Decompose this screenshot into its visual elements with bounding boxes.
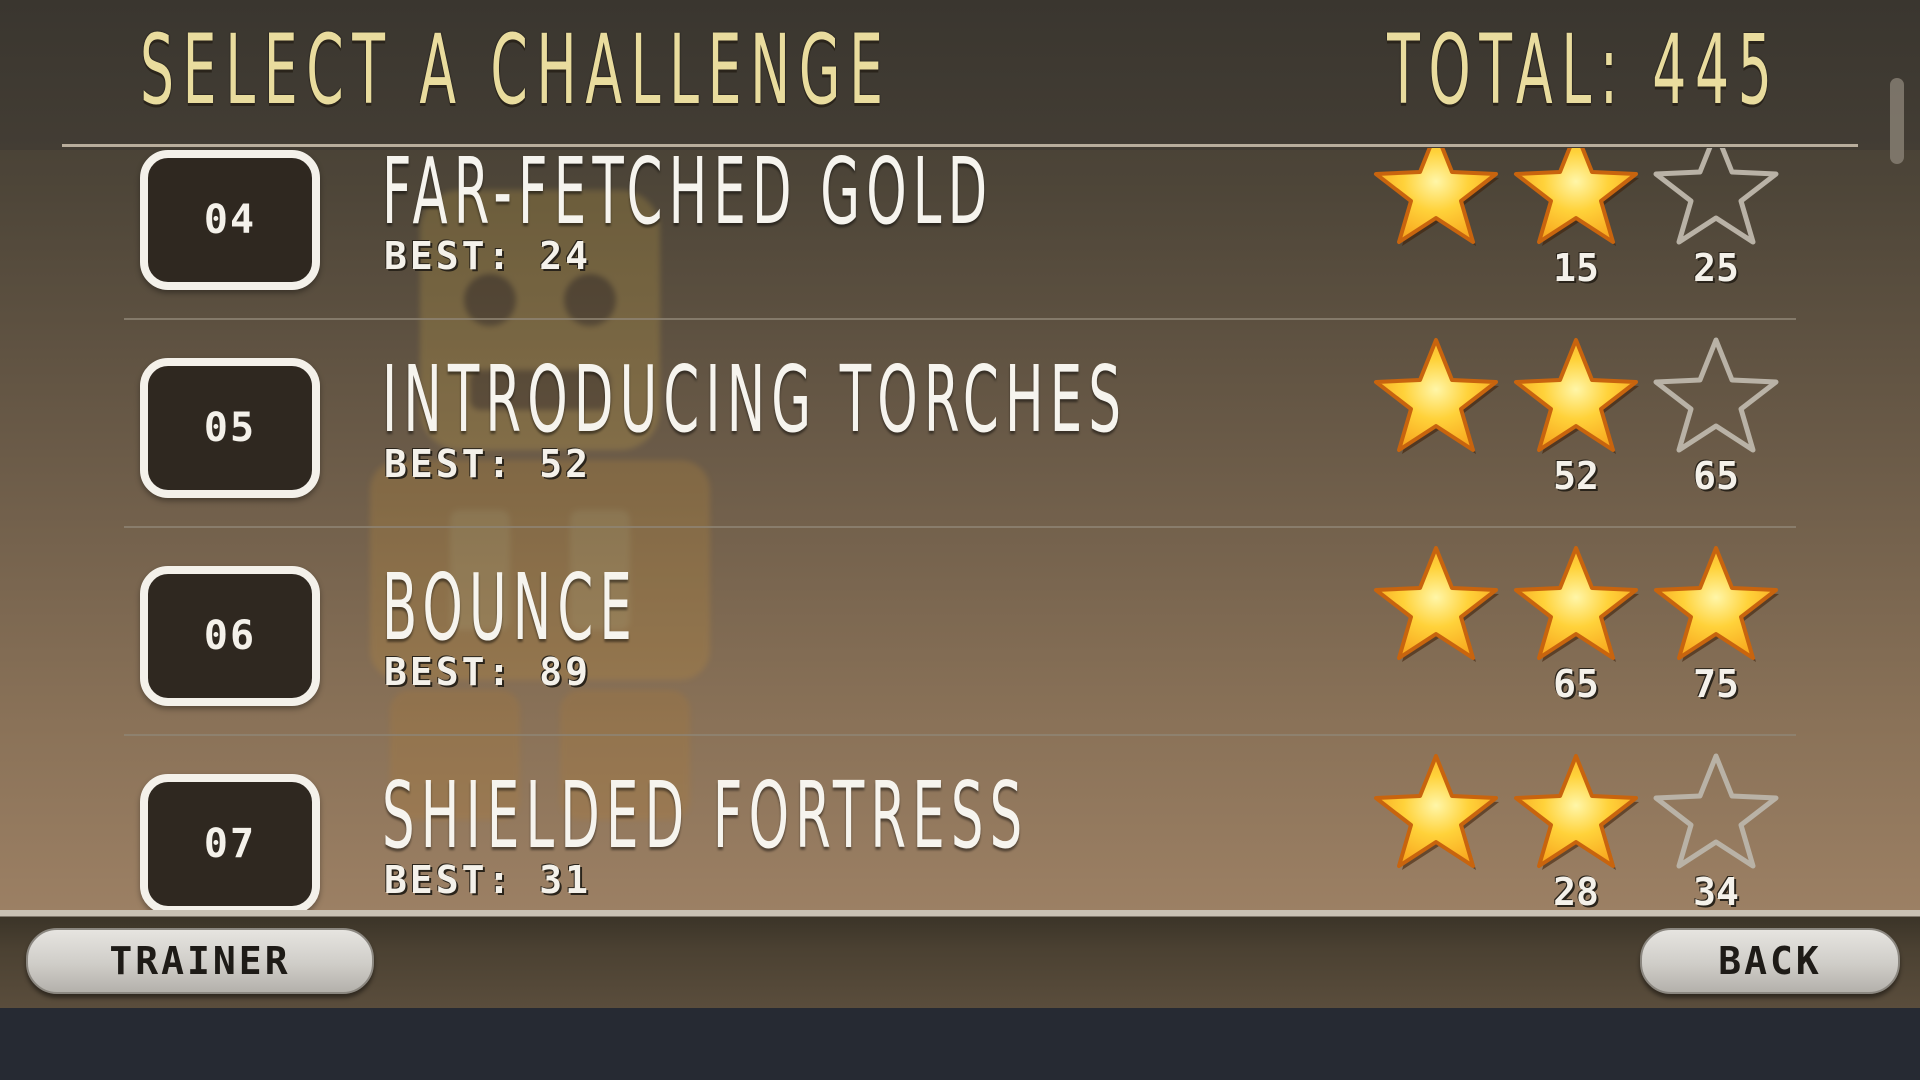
header-bar: SELECT A CHALLENGE TOTAL: 445 [0, 0, 1920, 150]
header-divider [62, 144, 1858, 147]
challenge-list[interactable]: 04 FAR-FETCHED GOLD BEST: 24 15 25 05 INTRODUC… [0, 148, 1920, 910]
challenge-best-score: BEST: 24 [384, 234, 592, 278]
challenge-best-score: BEST: 89 [384, 650, 592, 694]
challenge-best-score: BEST: 31 [384, 858, 592, 902]
star-filled-icon [1374, 148, 1499, 246]
star-filled-icon [1514, 338, 1639, 454]
star-outline-icon [1653, 337, 1779, 453]
challenge-number-badge: 05 [140, 358, 320, 498]
challenge-name: INTRODUCING TORCHES [382, 346, 1128, 453]
star-outline-icon [1653, 753, 1779, 869]
challenge-number-badge: 06 [140, 566, 320, 706]
total-score: TOTAL: 445 [1386, 14, 1780, 126]
challenge-row[interactable]: 07 SHIELDED FORTRESS BEST: 31 28 34 [0, 736, 1920, 910]
star-threshold: 25 [1693, 246, 1739, 290]
star-threshold: 75 [1693, 662, 1739, 706]
challenge-row[interactable]: 06 BOUNCE BEST: 89 65 75 [0, 528, 1920, 736]
star-filled-icon [1514, 148, 1639, 246]
challenge-name: SHIELDED FORTRESS [382, 762, 1029, 869]
star-threshold: 28 [1553, 870, 1599, 910]
star-threshold: 52 [1553, 454, 1599, 498]
back-button[interactable]: BACK [1640, 928, 1900, 994]
challenge-name: FAR-FETCHED GOLD [382, 148, 994, 245]
star-filled-icon [1374, 338, 1499, 454]
star-filled-icon [1514, 754, 1639, 870]
challenge-best-score: BEST: 52 [384, 442, 592, 486]
star-outline-icon [1653, 148, 1779, 245]
challenge-row[interactable]: 04 FAR-FETCHED GOLD BEST: 24 15 25 [0, 148, 1920, 320]
star-threshold: 34 [1693, 870, 1739, 910]
star-filled-icon [1514, 546, 1639, 662]
challenge-name: BOUNCE [382, 554, 639, 661]
star-filled-icon [1374, 546, 1499, 662]
challenge-number-badge: 07 [140, 774, 320, 910]
star-threshold: 15 [1553, 246, 1599, 290]
star-filled-icon [1374, 754, 1499, 870]
challenge-number-badge: 04 [140, 150, 320, 290]
system-nav-bar [0, 1008, 1920, 1080]
trainer-button[interactable]: TRAINER [26, 928, 374, 994]
star-filled-icon [1654, 546, 1779, 662]
star-threshold: 65 [1553, 662, 1599, 706]
star-threshold: 65 [1693, 454, 1739, 498]
challenge-row[interactable]: 05 INTRODUCING TORCHES BEST: 52 52 65 [0, 320, 1920, 528]
page-title: SELECT A CHALLENGE [140, 14, 892, 126]
challenge-select-screen: SELECT A CHALLENGE TOTAL: 445 04 FAR-FETC… [0, 0, 1920, 1008]
